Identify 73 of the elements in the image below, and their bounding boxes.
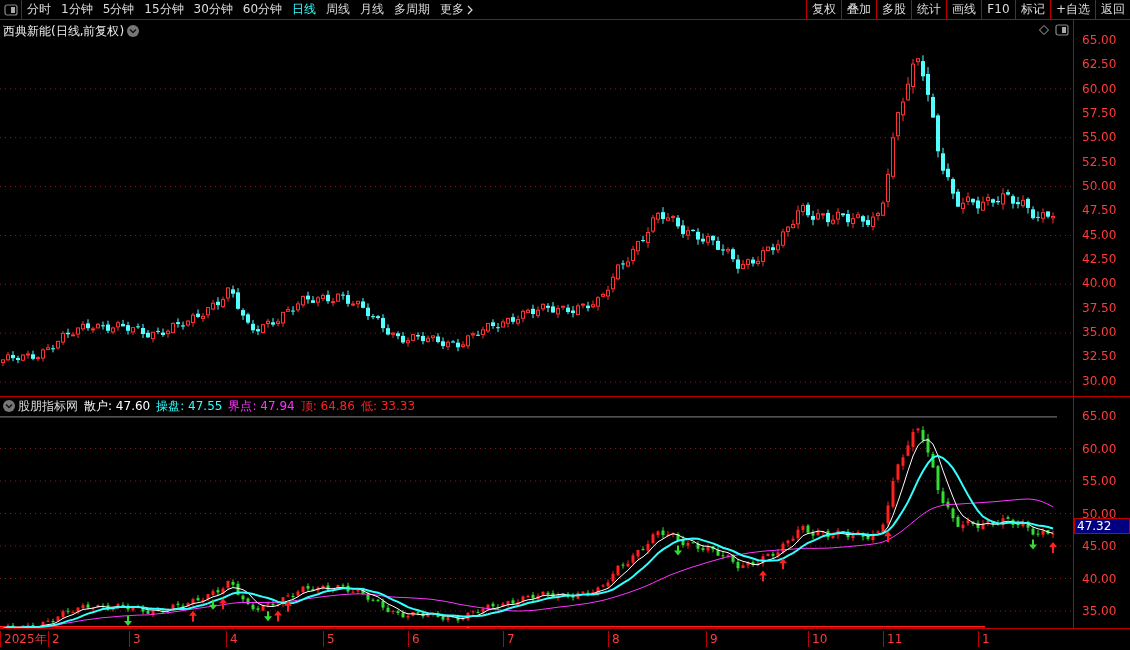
axis-label: 47.50: [1082, 203, 1118, 218]
period-tab[interactable]: 1分钟: [56, 0, 98, 19]
indicator-name: 股朋指标网: [18, 398, 78, 415]
axis-label: 55.00: [1082, 130, 1118, 145]
axis-label: 45.00: [1082, 227, 1118, 242]
diamond-icon[interactable]: [1039, 25, 1049, 35]
toolbar-button[interactable]: 返回: [1095, 0, 1130, 19]
axis-label: 40.00: [1082, 276, 1118, 291]
indicator-value: 低: 33.33: [360, 398, 416, 415]
down-arrow-icon: [209, 599, 217, 610]
axis-label: 50.00: [1082, 179, 1118, 194]
toolbar-button[interactable]: 复权: [805, 0, 841, 19]
axis-label: 2: [48, 631, 60, 647]
axis-label: 40.00: [1082, 571, 1118, 586]
axis-label: 4: [226, 631, 238, 647]
axis-label: 65.00: [1082, 33, 1118, 47]
chevron-icon: [467, 4, 474, 15]
more-button[interactable]: 更多: [435, 0, 479, 19]
axis-label: 10: [808, 631, 828, 647]
dropdown-icon[interactable]: [127, 25, 140, 37]
period-tab[interactable]: 周线: [321, 0, 356, 19]
period-tab[interactable]: 5分钟: [97, 0, 140, 19]
indicator-value: 顶: 64.86: [300, 398, 355, 415]
axis-label: 60.00: [1082, 441, 1118, 456]
axis-label: 55.00: [1082, 474, 1118, 488]
axis-label: 57.50: [1082, 106, 1118, 121]
axis-label: 3: [129, 631, 141, 647]
axis-label: 6: [408, 631, 420, 647]
dropdown-icon[interactable]: [3, 400, 15, 412]
axis-label: 52.50: [1082, 154, 1118, 169]
indicator-value: 操盘: 47.55: [156, 398, 223, 415]
axis-label: 42.50: [1082, 252, 1118, 267]
period-tab[interactable]: 60分钟: [237, 0, 288, 19]
period-tab[interactable]: 分时: [22, 0, 56, 19]
indicator-value: 界点: 47.94: [228, 398, 295, 415]
axis-label: 11: [883, 631, 903, 647]
axis-label: 37.50: [1082, 300, 1118, 315]
toolbar-button[interactable]: +自选: [1049, 0, 1095, 19]
toolbar-button[interactable]: 统计: [910, 0, 946, 19]
period-tab[interactable]: 日线: [287, 0, 322, 19]
axis-label: 35.00: [1082, 604, 1118, 618]
period-tab[interactable]: 30分钟: [188, 0, 238, 19]
axis-label: 30.00: [1082, 373, 1118, 388]
period-tab[interactable]: 多周期: [389, 0, 436, 19]
toolbar-button[interactable]: 标记: [1014, 0, 1050, 19]
axis-label: 60.00: [1082, 81, 1118, 96]
toolbar-button[interactable]: 画线: [945, 0, 981, 19]
axis-label: 9: [706, 631, 718, 647]
chart-title: 西典新能(日线,前复权): [3, 23, 125, 40]
axis-label: 45.00: [1082, 539, 1118, 553]
last-value-label: 47.32: [1074, 518, 1130, 534]
toolbar-button[interactable]: 多股: [875, 0, 911, 19]
period-tab[interactable]: 月线: [355, 0, 390, 19]
down-arrow-icon: [264, 611, 272, 622]
indicator-value: 散户: 47.60: [84, 398, 151, 415]
axis-label: 5: [323, 631, 335, 647]
axis-label: 2025年: [0, 631, 47, 647]
down-arrow-icon: [124, 616, 132, 626]
down-arrow-icon: [674, 545, 682, 556]
down-arrow-icon: [1029, 539, 1037, 550]
period-tab[interactable]: 15分钟: [139, 0, 189, 19]
axis-label: 32.50: [1082, 349, 1118, 364]
axis-label: 62.50: [1082, 57, 1118, 72]
toolbar-button[interactable]: 叠加: [840, 0, 876, 19]
axis-label: 35.00: [1082, 325, 1118, 340]
axis-label: 50.00: [1082, 506, 1118, 521]
axis-label: 8: [608, 631, 620, 647]
axis-label: 7: [503, 631, 515, 647]
panel-toggle-icon[interactable]: [1055, 24, 1069, 36]
axis-label: 65.00: [1082, 409, 1118, 423]
toolbar-button[interactable]: F10: [980, 0, 1015, 19]
panel-toggle-icon[interactable]: [3, 3, 18, 16]
axis-label: 1: [978, 631, 990, 647]
